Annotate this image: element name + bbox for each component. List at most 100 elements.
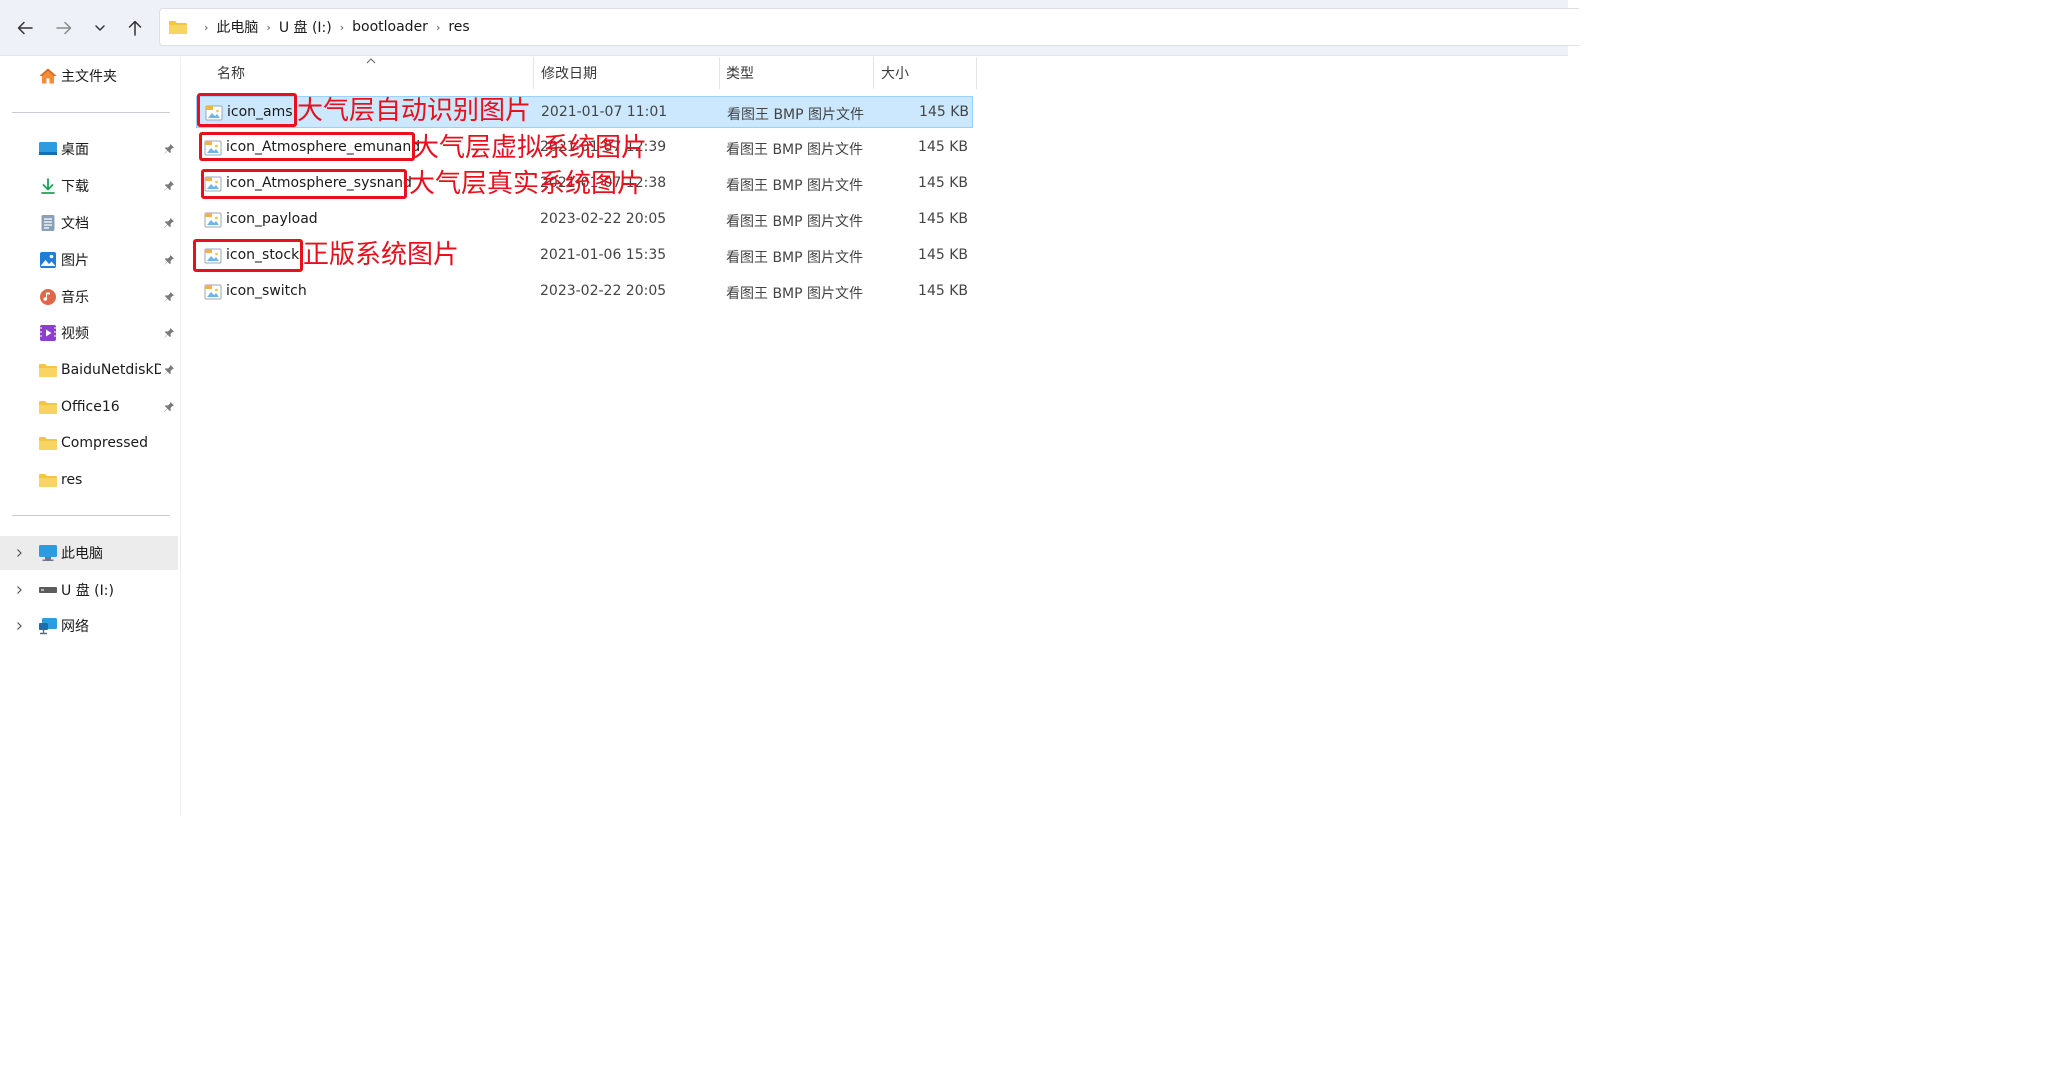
chevron-right-icon[interactable] bbox=[14, 585, 24, 595]
sidebar-item-label: 文档 bbox=[61, 216, 89, 232]
annotation-box bbox=[201, 169, 407, 199]
column-header-size[interactable]: 大小 bbox=[881, 57, 909, 89]
sidebar-item-videos[interactable]: 视频 bbox=[0, 316, 178, 350]
usb-drive-icon bbox=[38, 581, 58, 599]
sidebar-item-music[interactable]: 音乐 bbox=[0, 280, 178, 314]
column-divider[interactable] bbox=[533, 57, 534, 89]
file-row[interactable]: icon_payload 2023-02-22 20:05 看图王 BMP 图片… bbox=[196, 204, 973, 236]
annotation-text: 大气层虚拟系统图片 bbox=[413, 133, 648, 163]
file-type: 看图王 BMP 图片文件 bbox=[726, 214, 864, 230]
column-divider[interactable] bbox=[976, 57, 977, 89]
pin-icon[interactable] bbox=[163, 217, 175, 229]
pin-icon[interactable] bbox=[163, 401, 175, 413]
address-bar[interactable]: › 此电脑 › U 盘 (I:) › bootloader › res bbox=[159, 8, 1579, 46]
pictures-icon bbox=[38, 251, 58, 269]
file-row[interactable]: icon_switch 2023-02-22 20:05 看图王 BMP 图片文… bbox=[196, 276, 973, 308]
chevron-right-icon: › bbox=[339, 20, 345, 34]
sidebar-item-compressed[interactable]: Compressed bbox=[0, 426, 178, 460]
column-header-type[interactable]: 类型 bbox=[726, 57, 754, 89]
annotation-text: 正版系统图片 bbox=[303, 240, 460, 270]
back-button[interactable] bbox=[11, 14, 39, 42]
pin-icon[interactable] bbox=[163, 327, 175, 339]
pin-icon[interactable] bbox=[163, 364, 175, 376]
sidebar-item-usb-drive[interactable]: U 盘 (I:) bbox=[0, 573, 178, 607]
pin-icon[interactable] bbox=[163, 254, 175, 266]
folder-icon bbox=[169, 21, 187, 34]
breadcrumb-item[interactable]: res bbox=[448, 19, 469, 35]
sidebar-item-label: Compressed bbox=[61, 435, 149, 451]
bmp-image-icon bbox=[204, 284, 222, 300]
breadcrumb-item[interactable]: U 盘 (I:) bbox=[279, 17, 332, 37]
sidebar-item-office16[interactable]: Office16 bbox=[0, 390, 178, 424]
file-size: 145 KB bbox=[918, 283, 968, 299]
sidebar-item-label: U 盘 (I:) bbox=[61, 583, 114, 599]
column-divider[interactable] bbox=[719, 57, 720, 89]
annotation-text: 大气层真实系统图片 bbox=[409, 169, 644, 199]
sidebar-item-home[interactable]: 主文件夹 bbox=[0, 59, 178, 93]
sidebar-item-network[interactable]: 网络 bbox=[0, 609, 178, 643]
file-modified-date: 2021-01-06 15:35 bbox=[540, 247, 667, 263]
forward-button[interactable] bbox=[50, 14, 78, 42]
breadcrumb-item[interactable]: 此电脑 bbox=[216, 17, 258, 37]
breadcrumb-item[interactable]: bootloader bbox=[352, 19, 428, 35]
chevron-right-icon: › bbox=[204, 20, 209, 34]
navigation-pane: 主文件夹 桌面 下载 文档 图片 音乐 视频 BaiduNetdiskD Off… bbox=[0, 57, 181, 816]
desktop-icon bbox=[38, 140, 58, 158]
file-name: icon_switch bbox=[226, 283, 307, 299]
file-modified-date: 2023-02-22 20:05 bbox=[540, 283, 667, 299]
document-icon bbox=[38, 214, 58, 232]
column-header-name[interactable]: 名称 bbox=[217, 57, 245, 89]
sidebar-item-label: 视频 bbox=[61, 326, 89, 342]
arrow-right-icon bbox=[56, 21, 72, 35]
sidebar-item-this-pc[interactable]: 此电脑 bbox=[0, 536, 178, 570]
network-icon bbox=[38, 617, 58, 635]
sidebar-item-label: res bbox=[61, 472, 83, 488]
video-icon bbox=[38, 324, 58, 342]
sidebar-item-downloads[interactable]: 下载 bbox=[0, 169, 178, 203]
file-size: 145 KB bbox=[919, 104, 969, 120]
music-icon bbox=[38, 288, 58, 306]
sidebar-item-label: BaiduNetdiskD bbox=[61, 362, 161, 378]
folder-icon bbox=[38, 471, 58, 489]
chevron-right-icon: › bbox=[266, 20, 271, 34]
sort-ascending-icon bbox=[366, 58, 376, 64]
navigation-bar: › 此电脑 › U 盘 (I:) › bootloader › res bbox=[0, 0, 1579, 56]
recent-locations-button[interactable] bbox=[86, 14, 114, 42]
chevron-right-icon[interactable] bbox=[14, 621, 24, 631]
sidebar-item-label: 音乐 bbox=[61, 290, 89, 306]
pin-icon[interactable] bbox=[163, 291, 175, 303]
sidebar-item-documents[interactable]: 文档 bbox=[0, 206, 178, 240]
file-type: 看图王 BMP 图片文件 bbox=[726, 286, 864, 302]
sidebar-item-res[interactable]: res bbox=[0, 463, 178, 497]
sidebar-item-label: 下载 bbox=[61, 179, 89, 195]
sidebar-item-baidunetdisk[interactable]: BaiduNetdiskD bbox=[0, 353, 178, 387]
annotation-box bbox=[199, 132, 415, 161]
column-header-date[interactable]: 修改日期 bbox=[541, 57, 597, 89]
sidebar-item-desktop[interactable]: 桌面 bbox=[0, 132, 178, 166]
arrow-left-icon bbox=[17, 21, 33, 35]
chevron-down-icon bbox=[95, 25, 105, 31]
bmp-image-icon bbox=[204, 212, 222, 228]
file-name: icon_payload bbox=[226, 211, 318, 227]
sidebar-item-label: 桌面 bbox=[61, 142, 89, 158]
pin-icon[interactable] bbox=[163, 143, 175, 155]
download-icon bbox=[38, 177, 58, 195]
up-button[interactable] bbox=[121, 14, 149, 42]
column-divider[interactable] bbox=[873, 57, 874, 89]
file-size: 145 KB bbox=[918, 211, 968, 227]
file-size: 145 KB bbox=[918, 247, 968, 263]
file-modified-date: 2021-01-07 11:01 bbox=[541, 104, 668, 120]
sidebar-item-label: 主文件夹 bbox=[61, 69, 117, 85]
sidebar-item-pictures[interactable]: 图片 bbox=[0, 243, 178, 277]
annotation-box bbox=[193, 239, 303, 272]
file-type: 看图王 BMP 图片文件 bbox=[726, 250, 864, 266]
sidebar-item-label: 网络 bbox=[61, 619, 89, 635]
divider bbox=[12, 112, 170, 113]
sidebar-item-label: 此电脑 bbox=[61, 546, 103, 562]
pin-icon[interactable] bbox=[163, 180, 175, 192]
file-size: 145 KB bbox=[918, 175, 968, 191]
chevron-right-icon[interactable] bbox=[14, 548, 24, 558]
annotation-text: 大气层自动识别图片 bbox=[297, 96, 532, 126]
sidebar-item-label: 图片 bbox=[61, 253, 89, 269]
sidebar-item-label: Office16 bbox=[61, 399, 120, 415]
